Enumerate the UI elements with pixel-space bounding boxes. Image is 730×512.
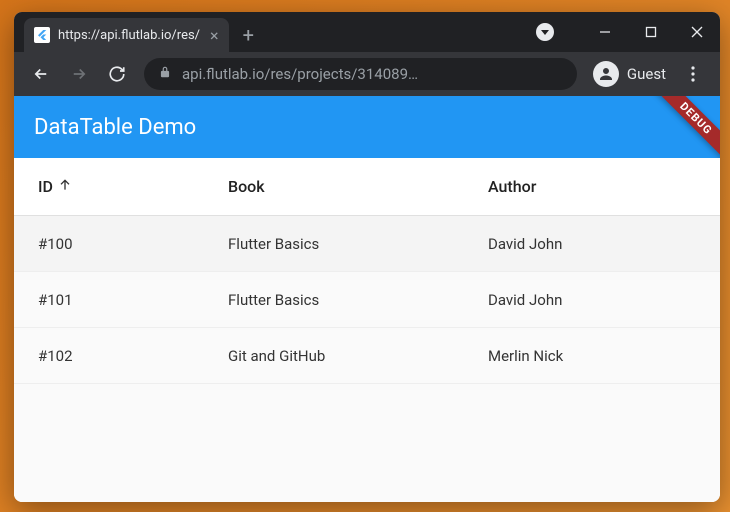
tab-title: https://api.flutlab.io/res/	[58, 28, 200, 43]
content-area: ID Book Author #100 Flutter Basics David…	[14, 158, 720, 502]
data-table: ID Book Author #100 Flutter Basics David…	[14, 158, 720, 384]
titlebar: https://api.flutlab.io/res/ × +	[14, 12, 720, 52]
cell-id: #101	[38, 291, 228, 309]
cell-author: David John	[488, 235, 696, 253]
column-label: ID	[38, 177, 53, 196]
column-label: Book	[228, 177, 265, 196]
url-text: api.flutlab.io/res/projects/314089…	[182, 65, 418, 83]
cell-author: Merlin Nick	[488, 347, 696, 365]
reload-button[interactable]	[100, 57, 134, 91]
new-tab-button[interactable]: +	[229, 18, 268, 52]
toolbar: api.flutlab.io/res/projects/314089… Gues…	[14, 52, 720, 96]
sort-ascending-icon	[57, 177, 73, 197]
table-body: #100 Flutter Basics David John #101 Flut…	[14, 216, 720, 384]
table-header: ID Book Author	[14, 158, 720, 216]
browser-window: https://api.flutlab.io/res/ × +	[14, 12, 720, 502]
table-row[interactable]: #101 Flutter Basics David John	[14, 272, 720, 328]
table-row[interactable]: #100 Flutter Basics David John	[14, 216, 720, 272]
forward-button[interactable]	[62, 57, 96, 91]
column-header-id[interactable]: ID	[38, 177, 228, 197]
cell-id: #100	[38, 235, 228, 253]
back-button[interactable]	[24, 57, 58, 91]
cell-book: Flutter Basics	[228, 291, 488, 309]
debug-banner: DEBUG	[647, 96, 720, 158]
menu-button[interactable]	[676, 57, 710, 91]
column-header-author[interactable]: Author	[488, 177, 696, 196]
flutter-icon	[34, 27, 50, 43]
guest-label: Guest	[627, 65, 666, 83]
close-icon[interactable]: ×	[208, 26, 221, 45]
minimize-button[interactable]	[582, 12, 628, 52]
lock-icon	[158, 65, 172, 83]
avatar-icon	[593, 61, 619, 87]
page-title: DataTable Demo	[34, 115, 196, 140]
cell-author: David John	[488, 291, 696, 309]
table-row[interactable]: #102 Git and GitHub Merlin Nick	[14, 328, 720, 384]
profile-button[interactable]: Guest	[587, 61, 672, 87]
cell-book: Git and GitHub	[228, 347, 488, 365]
window-controls	[536, 12, 720, 52]
column-header-book[interactable]: Book	[228, 177, 488, 196]
address-bar[interactable]: api.flutlab.io/res/projects/314089…	[144, 58, 577, 90]
column-label: Author	[488, 177, 536, 196]
browser-tab[interactable]: https://api.flutlab.io/res/ ×	[24, 18, 229, 52]
maximize-button[interactable]	[628, 12, 674, 52]
app-bar: DataTable Demo DEBUG	[14, 96, 720, 158]
cell-id: #102	[38, 347, 228, 365]
close-window-button[interactable]	[674, 12, 720, 52]
chevron-down-icon[interactable]	[536, 23, 554, 41]
cell-book: Flutter Basics	[228, 235, 488, 253]
